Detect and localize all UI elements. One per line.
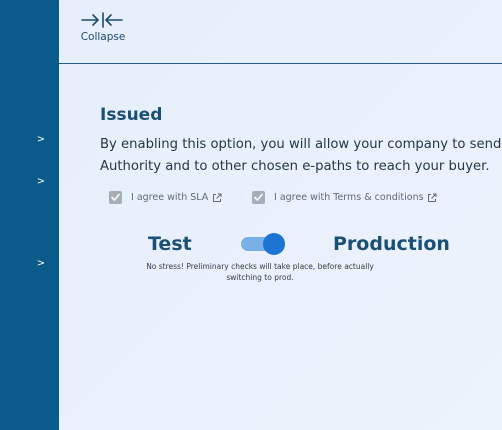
collapse-icon bbox=[81, 12, 123, 28]
agree-terms-checkbox[interactable]: I agree with Terms & conditions bbox=[252, 191, 442, 205]
collapse-button[interactable]: Collapse bbox=[77, 10, 129, 46]
note-line: No stress! Preliminary checks will take … bbox=[146, 262, 374, 271]
chevron-right-icon[interactable]: > bbox=[36, 176, 46, 188]
toggle-knob[interactable] bbox=[263, 233, 285, 255]
external-link-icon[interactable] bbox=[212, 193, 222, 203]
note-line: switching to prod. bbox=[226, 273, 294, 282]
chevron-right-icon[interactable]: > bbox=[36, 258, 46, 270]
agree-sla-label: I agree with SLA bbox=[131, 192, 209, 203]
production-label: Production bbox=[333, 233, 450, 255]
sidebar: > > > bbox=[0, 0, 59, 430]
external-link-icon[interactable] bbox=[427, 193, 437, 203]
test-label: Test bbox=[148, 233, 192, 255]
description: By enabling this option, you will allow … bbox=[100, 134, 502, 178]
page-title: Issued bbox=[100, 105, 163, 125]
collapse-label: Collapse bbox=[80, 31, 126, 43]
header: Collapse bbox=[59, 0, 502, 64]
checkmark-icon bbox=[254, 193, 263, 201]
environment-note: No stress! Preliminary checks will take … bbox=[135, 261, 385, 283]
checkbox-checked[interactable] bbox=[252, 191, 265, 204]
checkbox-checked[interactable] bbox=[109, 191, 122, 204]
description-line: By enabling this option, you will allow … bbox=[100, 137, 502, 152]
agree-terms-label: I agree with Terms & conditions bbox=[274, 192, 424, 203]
description-line: Authority and to other chosen e-paths to… bbox=[100, 159, 490, 174]
checkmark-icon bbox=[111, 193, 120, 201]
environment-toggle[interactable] bbox=[241, 233, 285, 255]
chevron-right-icon[interactable]: > bbox=[36, 134, 46, 146]
agree-sla-checkbox[interactable]: I agree with SLA bbox=[109, 191, 229, 205]
